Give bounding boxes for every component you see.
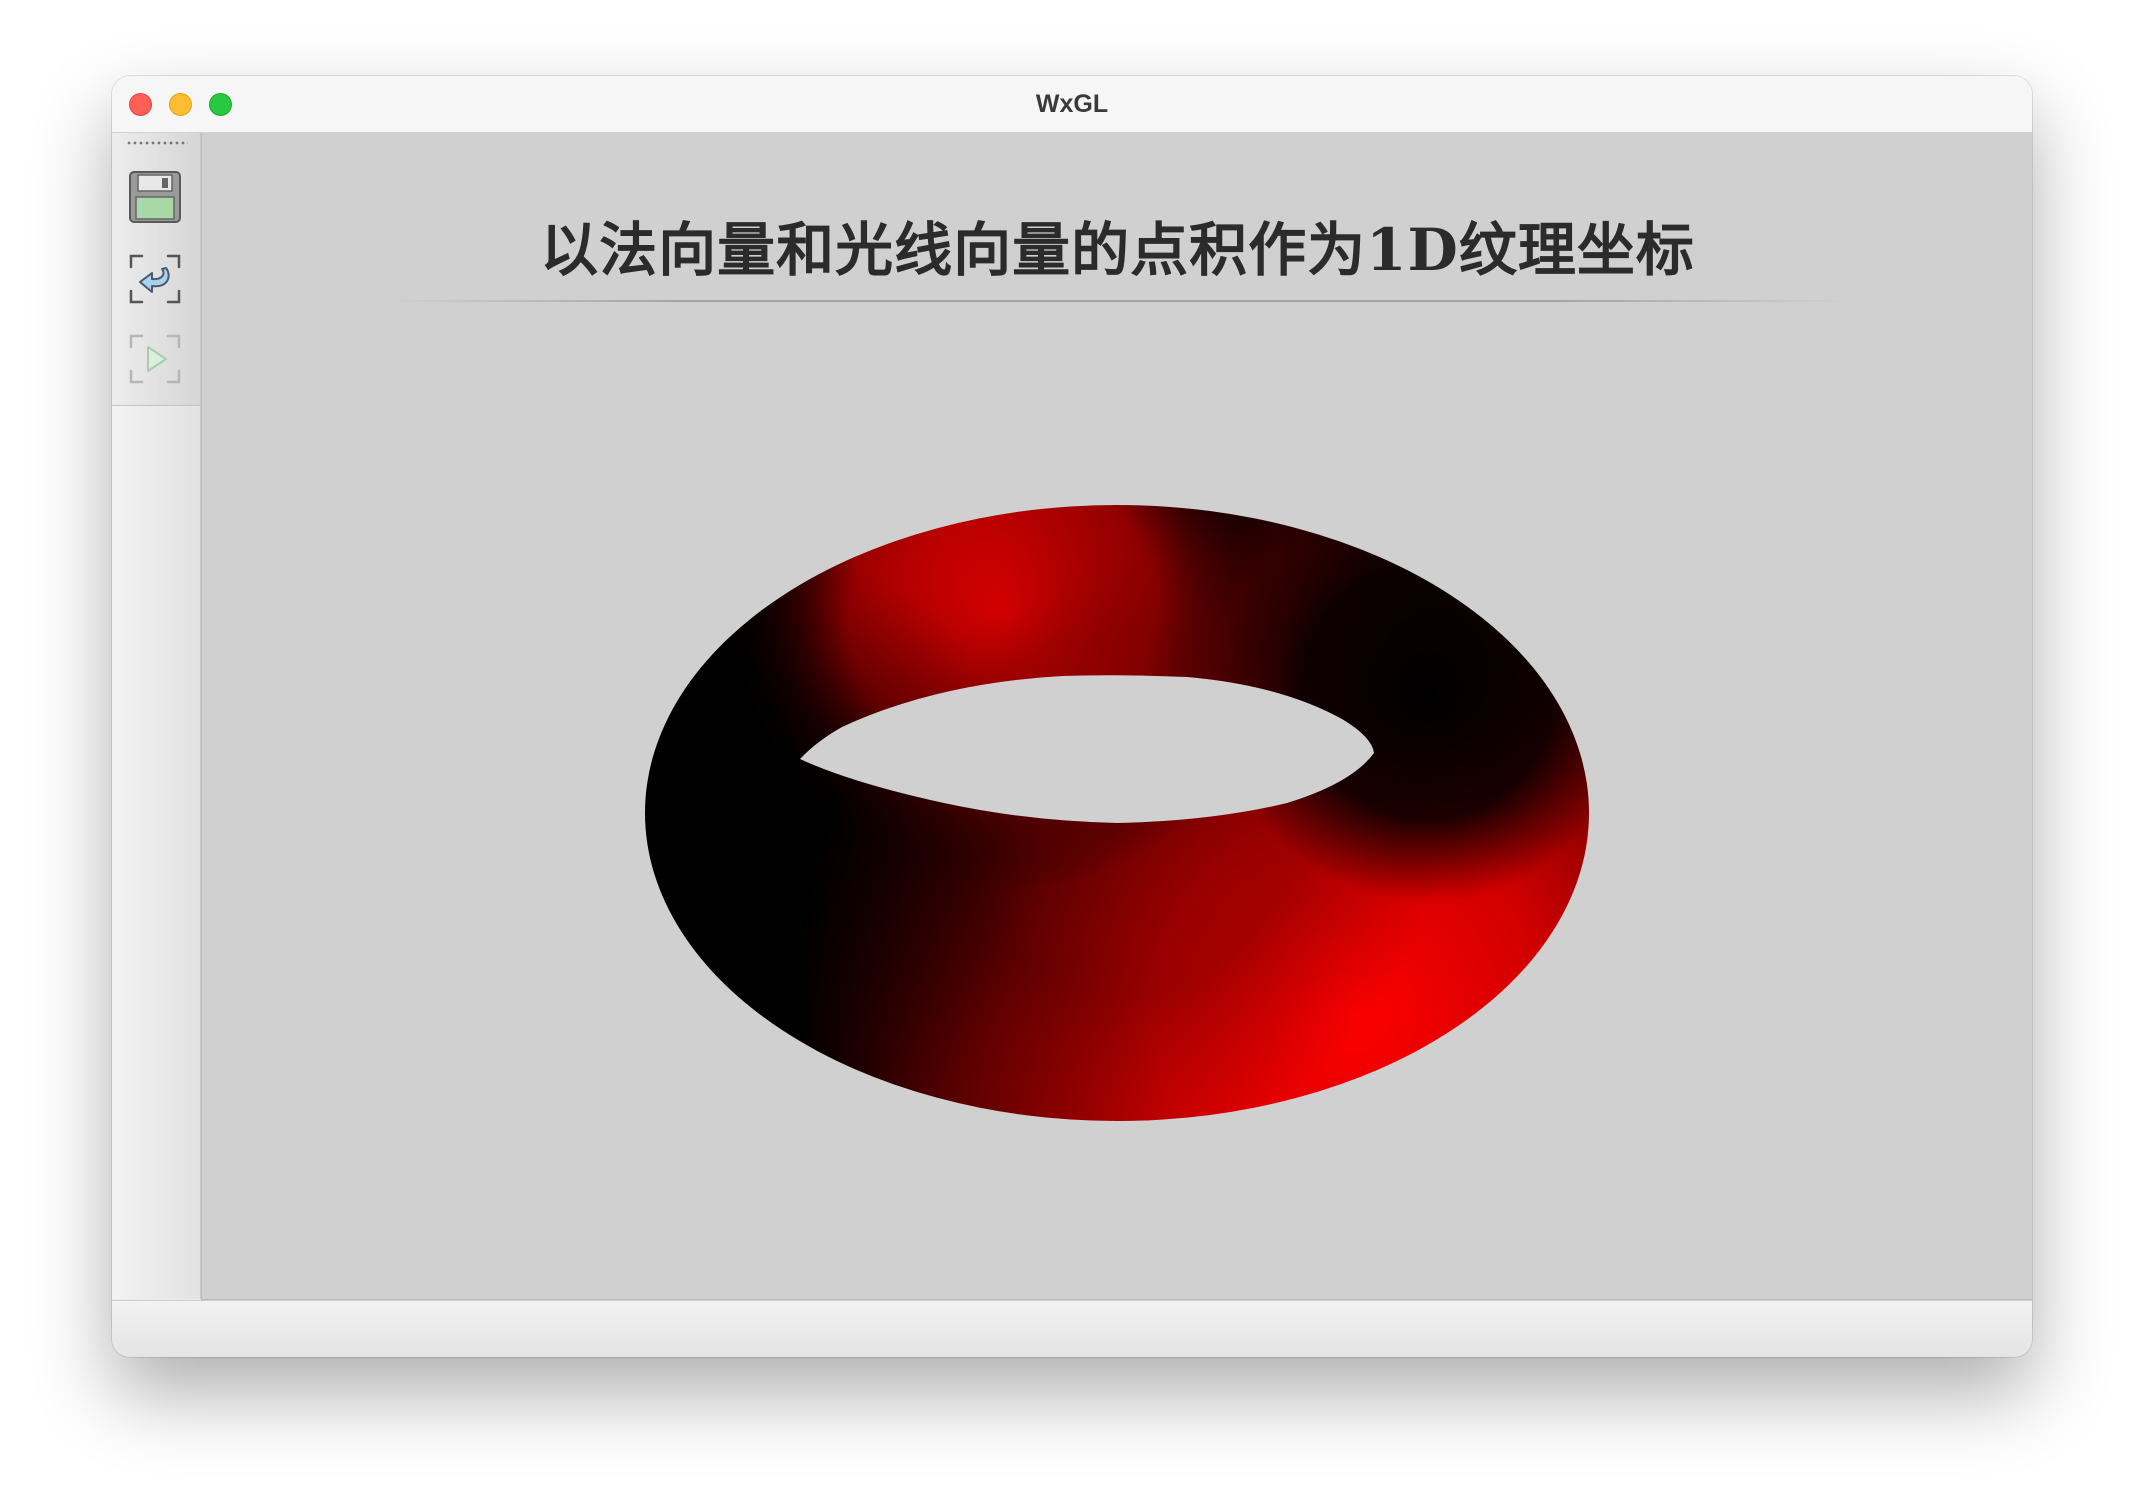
toolbar-grip-handle[interactable] <box>126 141 188 145</box>
app-window: WxGL 以法向量和光线向量的点积作为1D纹理坐标 <box>112 76 2032 1357</box>
window-title: WxGL <box>1035 90 1109 118</box>
side-toolbar <box>112 133 201 1299</box>
status-bar <box>112 1300 2032 1357</box>
torus-model[interactable] <box>202 133 2032 1299</box>
toolbar-panel <box>112 133 200 406</box>
reset-icon <box>129 254 181 304</box>
gl-canvas[interactable]: 以法向量和光线向量的点积作为1D纹理坐标 <box>201 133 2032 1300</box>
play-animation-button[interactable] <box>126 330 184 388</box>
play-icon <box>129 334 181 384</box>
title-bar[interactable]: WxGL <box>112 76 2032 133</box>
save-icon <box>129 171 181 223</box>
reset-view-button[interactable] <box>126 250 184 308</box>
save-button[interactable] <box>126 168 184 226</box>
